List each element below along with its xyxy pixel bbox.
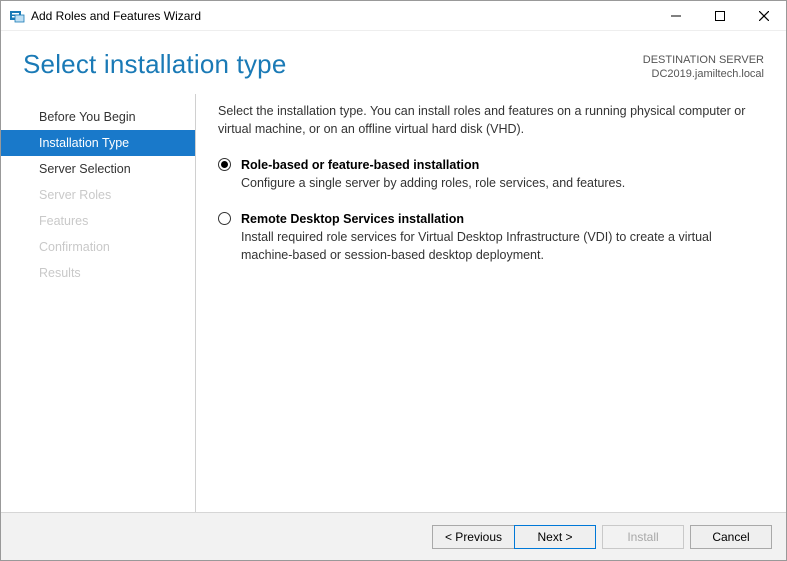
- wizard-sidebar: Before You Begin Installation Type Serve…: [1, 94, 196, 512]
- step-before-you-begin[interactable]: Before You Begin: [1, 104, 195, 130]
- wizard-content: Select the installation type. You can in…: [196, 94, 786, 512]
- close-button[interactable]: [742, 1, 786, 30]
- previous-button[interactable]: < Previous: [432, 525, 514, 549]
- step-server-selection[interactable]: Server Selection: [1, 156, 195, 182]
- wizard-footer: < Previous Next > Install Cancel: [1, 512, 786, 560]
- option-title: Remote Desktop Services installation: [241, 210, 764, 228]
- radio-remote-desktop[interactable]: [218, 212, 231, 225]
- maximize-button[interactable]: [698, 1, 742, 30]
- option-body: Role-based or feature-based installation…: [241, 156, 764, 192]
- wizard-header: Select installation type DESTINATION SER…: [1, 31, 786, 94]
- step-server-roles: Server Roles: [1, 182, 195, 208]
- option-desc: Configure a single server by adding role…: [241, 174, 764, 192]
- step-confirmation: Confirmation: [1, 234, 195, 260]
- page-title: Select installation type: [23, 49, 287, 80]
- option-desc: Install required role services for Virtu…: [241, 228, 764, 264]
- intro-text: Select the installation type. You can in…: [218, 102, 764, 138]
- wizard-body: Before You Begin Installation Type Serve…: [1, 94, 786, 512]
- window-controls: [654, 1, 786, 30]
- next-button[interactable]: Next >: [514, 525, 596, 549]
- destination-server: DC2019.jamiltech.local: [643, 67, 764, 81]
- window-title: Add Roles and Features Wizard: [31, 9, 201, 23]
- nav-button-group: < Previous Next >: [432, 525, 596, 549]
- step-results: Results: [1, 260, 195, 286]
- minimize-button[interactable]: [654, 1, 698, 30]
- option-title: Role-based or feature-based installation: [241, 156, 764, 174]
- wizard-icon: [9, 8, 25, 24]
- destination-block: DESTINATION SERVER DC2019.jamiltech.loca…: [643, 49, 764, 82]
- option-remote-desktop[interactable]: Remote Desktop Services installation Ins…: [218, 210, 764, 264]
- option-role-based[interactable]: Role-based or feature-based installation…: [218, 156, 764, 192]
- radio-role-based[interactable]: [218, 158, 231, 171]
- cancel-button[interactable]: Cancel: [690, 525, 772, 549]
- step-installation-type[interactable]: Installation Type: [1, 130, 195, 156]
- install-button: Install: [602, 525, 684, 549]
- destination-label: DESTINATION SERVER: [643, 53, 764, 67]
- option-body: Remote Desktop Services installation Ins…: [241, 210, 764, 264]
- titlebar: Add Roles and Features Wizard: [1, 1, 786, 31]
- step-features: Features: [1, 208, 195, 234]
